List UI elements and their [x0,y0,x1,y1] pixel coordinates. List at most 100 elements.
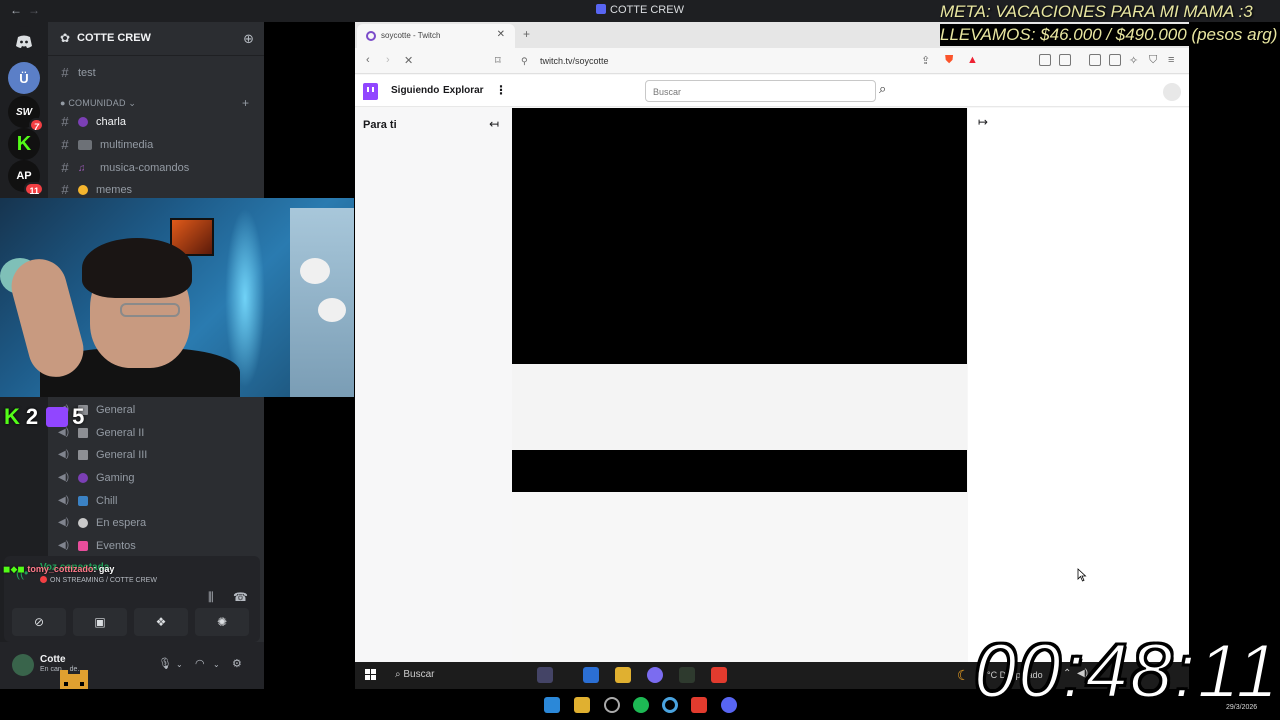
server-icon-sw[interactable]: SW 7 [8,96,44,132]
username: Cotte [40,654,66,665]
voice-channel-label: Chill [96,494,118,507]
tab-soycotte[interactable]: soycotte - Twitch ✕ [357,24,515,48]
wallet-icon[interactable] [1109,54,1121,66]
back-icon[interactable]: ‹ [366,54,370,66]
weather-moon-icon: ☾ [957,667,970,683]
voice-channel-label: Gaming [96,471,135,484]
lighthouse-icon[interactable] [537,667,553,683]
channel-multimedia[interactable]: # multimedia [56,134,256,155]
browser-icon[interactable] [662,697,678,713]
voice-channel-en-espera[interactable]: ◀) En espera [58,512,258,533]
nav-following[interactable]: Siguiendo [391,85,439,96]
channel-label: multimedia [100,138,154,151]
follower-counters: K2 5 [4,404,84,430]
category-comunidad[interactable]: ● COMUNIDAD ⌄ [60,98,136,109]
clock-app-icon[interactable] [604,697,620,713]
voice-channel-general[interactable]: ◀)General [58,399,258,420]
kick-count: 2 [25,404,39,429]
channel-musica-comandos[interactable]: # ♫ musica-comandos [56,157,256,178]
brave-shield-icon[interactable]: ⛊ [945,54,953,67]
server-header[interactable]: ✿ COTTE CREW ⌄ ⊕ [48,22,264,56]
video-player[interactable] [512,108,967,364]
nav-explore[interactable]: Explorar [443,85,484,96]
close-tab-icon[interactable]: ✕ [497,29,505,40]
soundboard-button[interactable]: ✺ [195,608,249,636]
discord-icon[interactable] [721,697,737,713]
sidebar-icon[interactable] [1089,54,1101,66]
channel-label: charla [96,115,126,128]
chevron-down-icon[interactable]: ⌄ [213,660,220,669]
server-icon-1[interactable]: Ü [8,62,40,94]
channel-memes[interactable]: # memes [56,179,256,200]
obs-icon[interactable] [647,667,663,683]
discord-home-icon[interactable] [8,26,40,58]
voice-channel-gaming[interactable]: ◀) Gaming [58,467,258,488]
add-channel-icon[interactable]: + [242,96,249,110]
for-you-heading: Para ti [363,119,397,131]
server-icon-ap[interactable]: AP 11 [8,160,44,196]
camera-off-icon: ⊘ [33,615,45,629]
microphone-icon[interactable]: 🎙 [158,657,172,670]
voice-channel-general-ii[interactable]: ◀) General II [58,422,258,443]
camera-off-button[interactable]: ⊘ [12,608,66,636]
channel-test[interactable]: # test [56,62,256,83]
bookmark-icon[interactable]: ⌑ [495,54,501,67]
vpn-icon[interactable]: ⛉ [1149,54,1157,67]
start-menu-icon[interactable] [365,669,377,681]
chevron-down-icon[interactable]: ⌄ [176,660,183,669]
start-menu-icon[interactable] [544,697,560,713]
speaker-icon: ◀) [58,472,70,483]
voice-channel-label: General II [96,426,145,439]
brave-icon[interactable] [711,667,727,683]
stream-timer: 00:48:11 [973,629,1280,714]
server-icon-kick[interactable]: K [8,128,40,160]
search-input[interactable]: Buscar [645,80,876,102]
activities-icon: ❖ [155,615,167,629]
forward-icon[interactable]: › [386,54,390,66]
terminal-icon[interactable] [679,667,695,683]
activities-button[interactable]: ❖ [134,608,188,636]
avatar[interactable] [12,654,34,676]
more-options-icon[interactable]: ⋮ [495,83,507,97]
brave-rewards-icon[interactable]: ▲ [967,54,978,66]
channel-info-area [512,364,967,450]
new-tab-icon[interactable]: + [523,27,530,41]
site-info-icon[interactable]: ⚲ [521,56,528,67]
expand-chat-icon[interactable]: ↦ [978,115,988,129]
collapse-sidebar-icon[interactable]: ↤ [489,117,499,131]
speaker-icon: ◀) [58,449,70,460]
file-explorer-icon[interactable] [574,697,590,713]
nav-bar: ‹ › ✕ ⌑ ⚲ twitch.tv/soycotte ⇪ ⛊ ▲ ✧ ⛉ ≡ [355,48,1189,74]
extension-icon[interactable] [1059,54,1071,66]
twitch-logo-icon[interactable] [363,83,378,100]
headphones-icon[interactable]: ◠ [195,657,205,670]
voice-channel-chill[interactable]: ◀) Chill [58,490,258,511]
menu-icon[interactable]: ≡ [1168,54,1174,66]
share-icon[interactable]: ⇪ [921,54,930,67]
noise-suppression-icon[interactable]: ⫼ [208,590,214,605]
disconnect-icon[interactable]: ☎ [233,590,248,604]
file-explorer-icon[interactable] [615,667,631,683]
speaker-icon: ◀) [58,495,70,506]
settings-gear-icon[interactable]: ⚙ [232,657,242,670]
browser-window: soycotte - Twitch ✕ + ‹ › ✕ ⌑ ⚲ twitch.t… [355,22,1189,662]
invite-icon[interactable]: ⊕ [243,31,254,47]
megaphone-icon [78,449,88,460]
leo-icon[interactable]: ✧ [1129,54,1138,67]
address-bar[interactable]: twitch.tv/soycotte [540,56,609,66]
hash-icon: # [61,114,69,129]
channel-charla[interactable]: # charla [56,111,256,132]
stop-loading-icon[interactable]: ✕ [404,54,413,67]
store-icon[interactable] [583,667,599,683]
brave-icon[interactable] [691,697,707,713]
extension-icon[interactable] [1039,54,1051,66]
spotify-icon[interactable] [633,697,649,713]
avatar[interactable] [1163,83,1181,101]
voice-channel-general-iii[interactable]: ◀) General III [58,444,258,465]
person-arm [5,252,90,384]
voice-channel-label: General III [96,448,148,461]
screen-share-button[interactable]: ▣ [73,608,127,636]
search-icon[interactable]: ⌕ [879,81,886,97]
channel-label: test [78,66,96,79]
voice-channel-eventos[interactable]: ◀) Eventos [58,535,258,556]
